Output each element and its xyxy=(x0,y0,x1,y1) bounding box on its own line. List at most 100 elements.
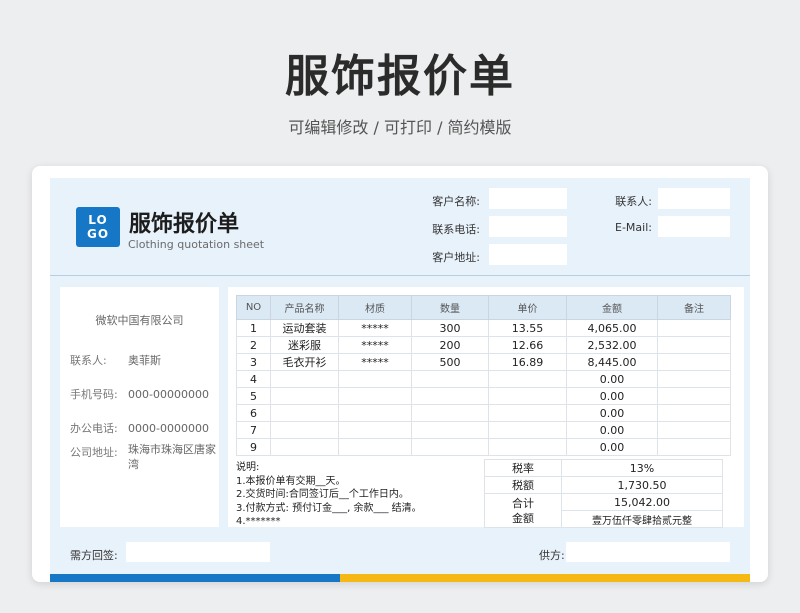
cell-unit-price[interactable] xyxy=(488,438,567,456)
page-subtitle: 可编辑修改 / 可打印 / 简约模版 xyxy=(288,118,512,137)
cell-quantity[interactable] xyxy=(411,404,489,422)
cell-unit-price[interactable]: 12.66 xyxy=(488,336,567,354)
cell-amount: 2,532.00 xyxy=(566,336,658,354)
company-address-value: 珠海市珠海区唐家湾 xyxy=(128,443,216,471)
company-name: 微软中国有限公司 xyxy=(95,314,184,327)
notes-line-1: 1.本报价单有交期__天。 xyxy=(236,475,346,487)
total-row: 合计 金额 15,042.00 xyxy=(484,493,723,528)
cell-quantity[interactable]: 200 xyxy=(411,336,489,354)
table-row: 1 运动套装 ***** 300 13.55 4,065.00 xyxy=(236,319,731,337)
cell-no: 9 xyxy=(236,438,271,456)
cell-product[interactable] xyxy=(270,421,339,439)
cell-unit-price[interactable] xyxy=(488,404,567,422)
document-subtitle: Clothing quotation sheet xyxy=(128,238,265,251)
cell-unit-price[interactable] xyxy=(488,421,567,439)
company-office-value: 0000-0000000 xyxy=(128,422,209,435)
cell-quantity[interactable] xyxy=(411,370,489,388)
col-header-remark: 备注 xyxy=(657,295,731,320)
cell-no: 5 xyxy=(236,387,271,405)
customer-phone-field[interactable] xyxy=(489,216,567,237)
tax-rate-label: 税率 xyxy=(484,459,562,477)
accent-bar-blue xyxy=(50,574,340,582)
table-row: 2 迷彩服 ***** 200 12.66 2,532.00 xyxy=(236,336,731,354)
cell-unit-price[interactable] xyxy=(488,370,567,388)
header-divider xyxy=(50,275,750,276)
cell-product[interactable] xyxy=(270,438,339,456)
col-header-no: NO xyxy=(236,295,271,320)
cell-material[interactable] xyxy=(338,370,412,388)
table-row: 4 0.00 xyxy=(236,370,731,388)
cell-quantity[interactable] xyxy=(411,438,489,456)
company-address-row: 公司地址: xyxy=(70,444,128,460)
company-contact-value: 奥菲斯 xyxy=(128,354,161,367)
totals-table: 税率 13% 税额 1,730.50 合计 金额 15,042.00 壹万伍仟零… xyxy=(484,459,723,528)
cell-remark[interactable] xyxy=(657,387,731,405)
company-address-label: 公司地址: xyxy=(70,446,118,459)
cell-unit-price[interactable]: 16.89 xyxy=(488,353,567,371)
col-header-product: 产品名称 xyxy=(270,295,339,320)
total-label-line2: 金额 xyxy=(512,511,534,525)
items-panel: NO 产品名称 材质 数量 单价 金额 备注 1 运动套装 ***** 300 13.5… xyxy=(228,287,744,528)
cell-no: 3 xyxy=(236,353,271,371)
tax-amount-label: 税额 xyxy=(484,476,562,494)
document-title: 服饰报价单 xyxy=(129,212,240,237)
company-mobile-label: 手机号码: xyxy=(70,388,118,401)
cell-material[interactable] xyxy=(338,387,412,405)
cell-product[interactable] xyxy=(270,370,339,388)
cell-remark[interactable] xyxy=(657,336,731,354)
cell-quantity[interactable] xyxy=(411,387,489,405)
customer-name-label: 客户名称: xyxy=(432,195,480,208)
cell-material[interactable]: ***** xyxy=(338,353,412,371)
cell-material[interactable] xyxy=(338,438,412,456)
tax-rate-row: 税率 13% xyxy=(484,459,723,477)
customer-address-field[interactable] xyxy=(489,244,567,265)
cell-product[interactable]: 迷彩服 xyxy=(270,336,339,354)
cell-quantity[interactable]: 500 xyxy=(411,353,489,371)
cell-unit-price[interactable] xyxy=(488,387,567,405)
company-mobile-value: 000-00000000 xyxy=(128,388,209,401)
page-title: 服饰报价单 xyxy=(285,51,515,102)
customer-address-label: 客户地址: xyxy=(432,251,480,264)
cell-remark[interactable] xyxy=(657,370,731,388)
cell-material[interactable] xyxy=(338,404,412,422)
accent-bar-yellow xyxy=(340,574,750,582)
cell-material[interactable]: ***** xyxy=(338,336,412,354)
col-header-quantity: 数量 xyxy=(411,295,489,320)
cell-remark[interactable] xyxy=(657,404,731,422)
items-table: NO 产品名称 材质 数量 单价 金额 备注 1 运动套装 ***** 300 13.5… xyxy=(236,295,731,456)
total-label: 合计 金额 xyxy=(484,493,562,528)
company-info-panel: 微软中国有限公司 xyxy=(60,287,219,527)
supplier-field[interactable] xyxy=(566,542,730,562)
cell-quantity[interactable] xyxy=(411,421,489,439)
company-contact-row: 联系人: 奥菲斯 xyxy=(70,352,161,368)
contact-label: 联系人: xyxy=(615,195,652,208)
buyer-sign-label: 需方回签: xyxy=(70,549,118,562)
cell-no: 4 xyxy=(236,370,271,388)
customer-name-field[interactable] xyxy=(489,188,567,209)
cell-material[interactable]: ***** xyxy=(338,319,412,337)
cell-product[interactable]: 运动套装 xyxy=(270,319,339,337)
buyer-sign-field[interactable] xyxy=(126,542,270,562)
total-value: 15,042.00 xyxy=(561,493,723,511)
cell-remark[interactable] xyxy=(657,353,731,371)
cell-remark[interactable] xyxy=(657,319,731,337)
cell-quantity[interactable]: 300 xyxy=(411,319,489,337)
cell-remark[interactable] xyxy=(657,421,731,439)
table-header-row: NO 产品名称 材质 数量 单价 金额 备注 xyxy=(236,295,731,320)
tax-rate-value[interactable]: 13% xyxy=(561,459,723,477)
cell-product[interactable] xyxy=(270,404,339,422)
cell-amount: 0.00 xyxy=(566,438,658,456)
cell-product[interactable] xyxy=(270,387,339,405)
email-field[interactable] xyxy=(658,216,730,237)
contact-field[interactable] xyxy=(658,188,730,209)
cell-unit-price[interactable]: 13.55 xyxy=(488,319,567,337)
cell-product[interactable]: 毛衣开衫 xyxy=(270,353,339,371)
table-row: 5 0.00 xyxy=(236,387,731,405)
supplier-label: 供方: xyxy=(539,549,565,562)
cell-remark[interactable] xyxy=(657,438,731,456)
cell-amount: 0.00 xyxy=(566,387,658,405)
cell-no: 2 xyxy=(236,336,271,354)
cell-amount: 0.00 xyxy=(566,404,658,422)
cell-material[interactable] xyxy=(338,421,412,439)
table-row: 9 0.00 xyxy=(236,438,731,456)
